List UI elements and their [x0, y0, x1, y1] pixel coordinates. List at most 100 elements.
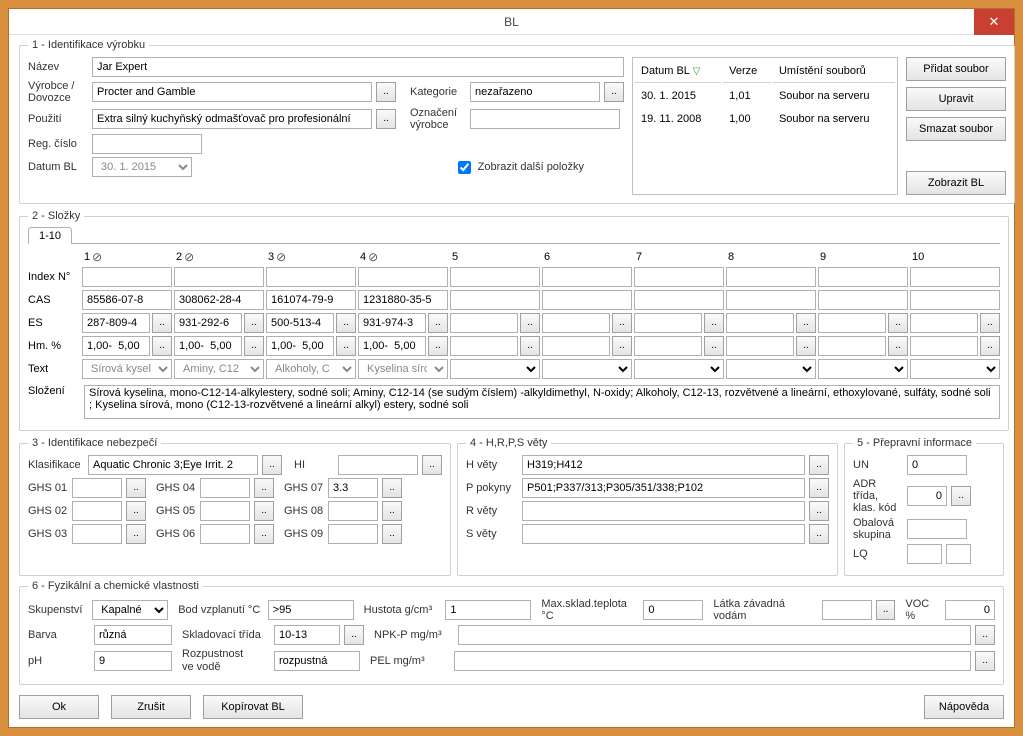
ph-input[interactable] — [94, 651, 172, 671]
rvety-picker[interactable]: .. — [809, 501, 829, 521]
cas-2-input[interactable] — [174, 290, 264, 310]
ghs01-picker[interactable]: .. — [126, 478, 146, 498]
adr-picker[interactable]: .. — [951, 486, 971, 506]
oznaceni-input[interactable] — [470, 109, 620, 129]
ghs08-input[interactable] — [328, 501, 378, 521]
es-1-picker[interactable]: .. — [152, 313, 172, 333]
hi-picker[interactable]: .. — [422, 455, 442, 475]
ghs07-input[interactable] — [328, 478, 378, 498]
cas-7-input[interactable] — [634, 290, 724, 310]
hm-10-input[interactable] — [910, 336, 978, 356]
cas-1-input[interactable] — [82, 290, 172, 310]
index-1-input[interactable] — [82, 267, 172, 287]
klasifikace-input[interactable] — [88, 455, 258, 475]
npk-picker[interactable]: .. — [975, 625, 995, 645]
zobrazit-dalsi-row[interactable]: Zobrazit další položky — [454, 158, 584, 177]
smazat-soubor-button[interactable]: Smazat soubor — [906, 117, 1006, 141]
ghs02-picker[interactable]: .. — [126, 501, 146, 521]
ghs06-input[interactable] — [200, 524, 250, 544]
cas-8-input[interactable] — [726, 290, 816, 310]
tab-1-10[interactable]: 1-10 — [28, 227, 72, 244]
lq-input[interactable] — [907, 544, 942, 564]
hm-1-picker[interactable]: .. — [152, 336, 172, 356]
zrusit-button[interactable]: Zrušit — [111, 695, 191, 719]
pridat-soubor-button[interactable]: Přidat soubor — [906, 57, 1006, 81]
hm-7-input[interactable] — [634, 336, 702, 356]
hm-2-picker[interactable]: .. — [244, 336, 264, 356]
es-4-input[interactable] — [358, 313, 426, 333]
hm-5-input[interactable] — [450, 336, 518, 356]
text-3-select[interactable]: Alkoholy, C — [266, 359, 356, 379]
nazev-input[interactable] — [92, 57, 624, 77]
text-2-select[interactable]: Aminy, C12 — [174, 359, 264, 379]
table-row[interactable]: 30. 1. 2015 1,01 Soubor na serveru — [635, 85, 895, 107]
es-2-input[interactable] — [174, 313, 242, 333]
es-10-picker[interactable]: .. — [980, 313, 1000, 333]
index-8-input[interactable] — [726, 267, 816, 287]
cas-9-input[interactable] — [818, 290, 908, 310]
vyrobce-picker-button[interactable]: .. — [376, 82, 396, 102]
hm-4-input[interactable] — [358, 336, 426, 356]
npk-input[interactable] — [458, 625, 971, 645]
text-7-select[interactable] — [634, 359, 724, 379]
es-8-picker[interactable]: .. — [796, 313, 816, 333]
napoveda-button[interactable]: Nápověda — [924, 695, 1004, 719]
ghs05-input[interactable] — [200, 501, 250, 521]
hvety-input[interactable] — [522, 455, 805, 475]
ghs08-picker[interactable]: .. — [382, 501, 402, 521]
index-3-input[interactable] — [266, 267, 356, 287]
ghs04-picker[interactable]: .. — [254, 478, 274, 498]
cas-10-input[interactable] — [910, 290, 1000, 310]
klasifikace-picker[interactable]: .. — [262, 455, 282, 475]
un-input[interactable] — [907, 455, 967, 475]
skupenstvi-select[interactable]: Kapalné — [92, 600, 168, 620]
ghs09-input[interactable] — [328, 524, 378, 544]
adr-input[interactable] — [907, 486, 947, 506]
index-9-input[interactable] — [818, 267, 908, 287]
latka-picker[interactable]: .. — [876, 600, 895, 620]
latka-input[interactable] — [822, 600, 872, 620]
regcislo-input[interactable] — [92, 134, 202, 154]
rvety-input[interactable] — [522, 501, 805, 521]
ghs06-picker[interactable]: .. — [254, 524, 274, 544]
cas-3-input[interactable] — [266, 290, 356, 310]
obal-input[interactable] — [907, 519, 967, 539]
skladtrida-picker[interactable]: .. — [344, 625, 364, 645]
svety-input[interactable] — [522, 524, 805, 544]
hi-input[interactable] — [338, 455, 418, 475]
text-10-select[interactable] — [910, 359, 1000, 379]
hm-5-picker[interactable]: .. — [520, 336, 540, 356]
hm-4-picker[interactable]: .. — [428, 336, 448, 356]
pouziti-input[interactable] — [92, 109, 372, 129]
es-5-input[interactable] — [450, 313, 518, 333]
lq-unit-input[interactable] — [946, 544, 971, 564]
hm-8-picker[interactable]: .. — [796, 336, 816, 356]
bodvzplanuti-input[interactable] — [268, 600, 354, 620]
zobrazit-dalsi-checkbox[interactable] — [458, 161, 471, 174]
slozeni-textarea[interactable]: Sírová kyselina, mono-C12-14-alkylestery… — [84, 385, 1000, 419]
index-4-input[interactable] — [358, 267, 448, 287]
th-datum[interactable]: Datum BL ▽ — [635, 60, 721, 83]
es-9-input[interactable] — [818, 313, 886, 333]
text-1-select[interactable]: Sírová kysel — [82, 359, 172, 379]
hm-2-input[interactable] — [174, 336, 242, 356]
ghs09-picker[interactable]: .. — [382, 524, 402, 544]
text-8-select[interactable] — [726, 359, 816, 379]
hustota-input[interactable] — [445, 600, 531, 620]
text-6-select[interactable] — [542, 359, 632, 379]
es-5-picker[interactable]: .. — [520, 313, 540, 333]
index-10-input[interactable] — [910, 267, 1000, 287]
kopirovat-bl-button[interactable]: Kopírovat BL — [203, 695, 303, 719]
es-7-picker[interactable]: .. — [704, 313, 724, 333]
ghs05-picker[interactable]: .. — [254, 501, 274, 521]
es-7-input[interactable] — [634, 313, 702, 333]
es-2-picker[interactable]: .. — [244, 313, 264, 333]
close-button[interactable]: ✕ — [974, 9, 1014, 35]
kategorie-input[interactable] — [470, 82, 600, 102]
datumbl-select[interactable]: 30. 1. 2015 — [92, 157, 192, 177]
cas-5-input[interactable] — [450, 290, 540, 310]
es-1-input[interactable] — [82, 313, 150, 333]
ok-button[interactable]: Ok — [19, 695, 99, 719]
hm-3-picker[interactable]: .. — [336, 336, 356, 356]
ghs07-picker[interactable]: .. — [382, 478, 402, 498]
